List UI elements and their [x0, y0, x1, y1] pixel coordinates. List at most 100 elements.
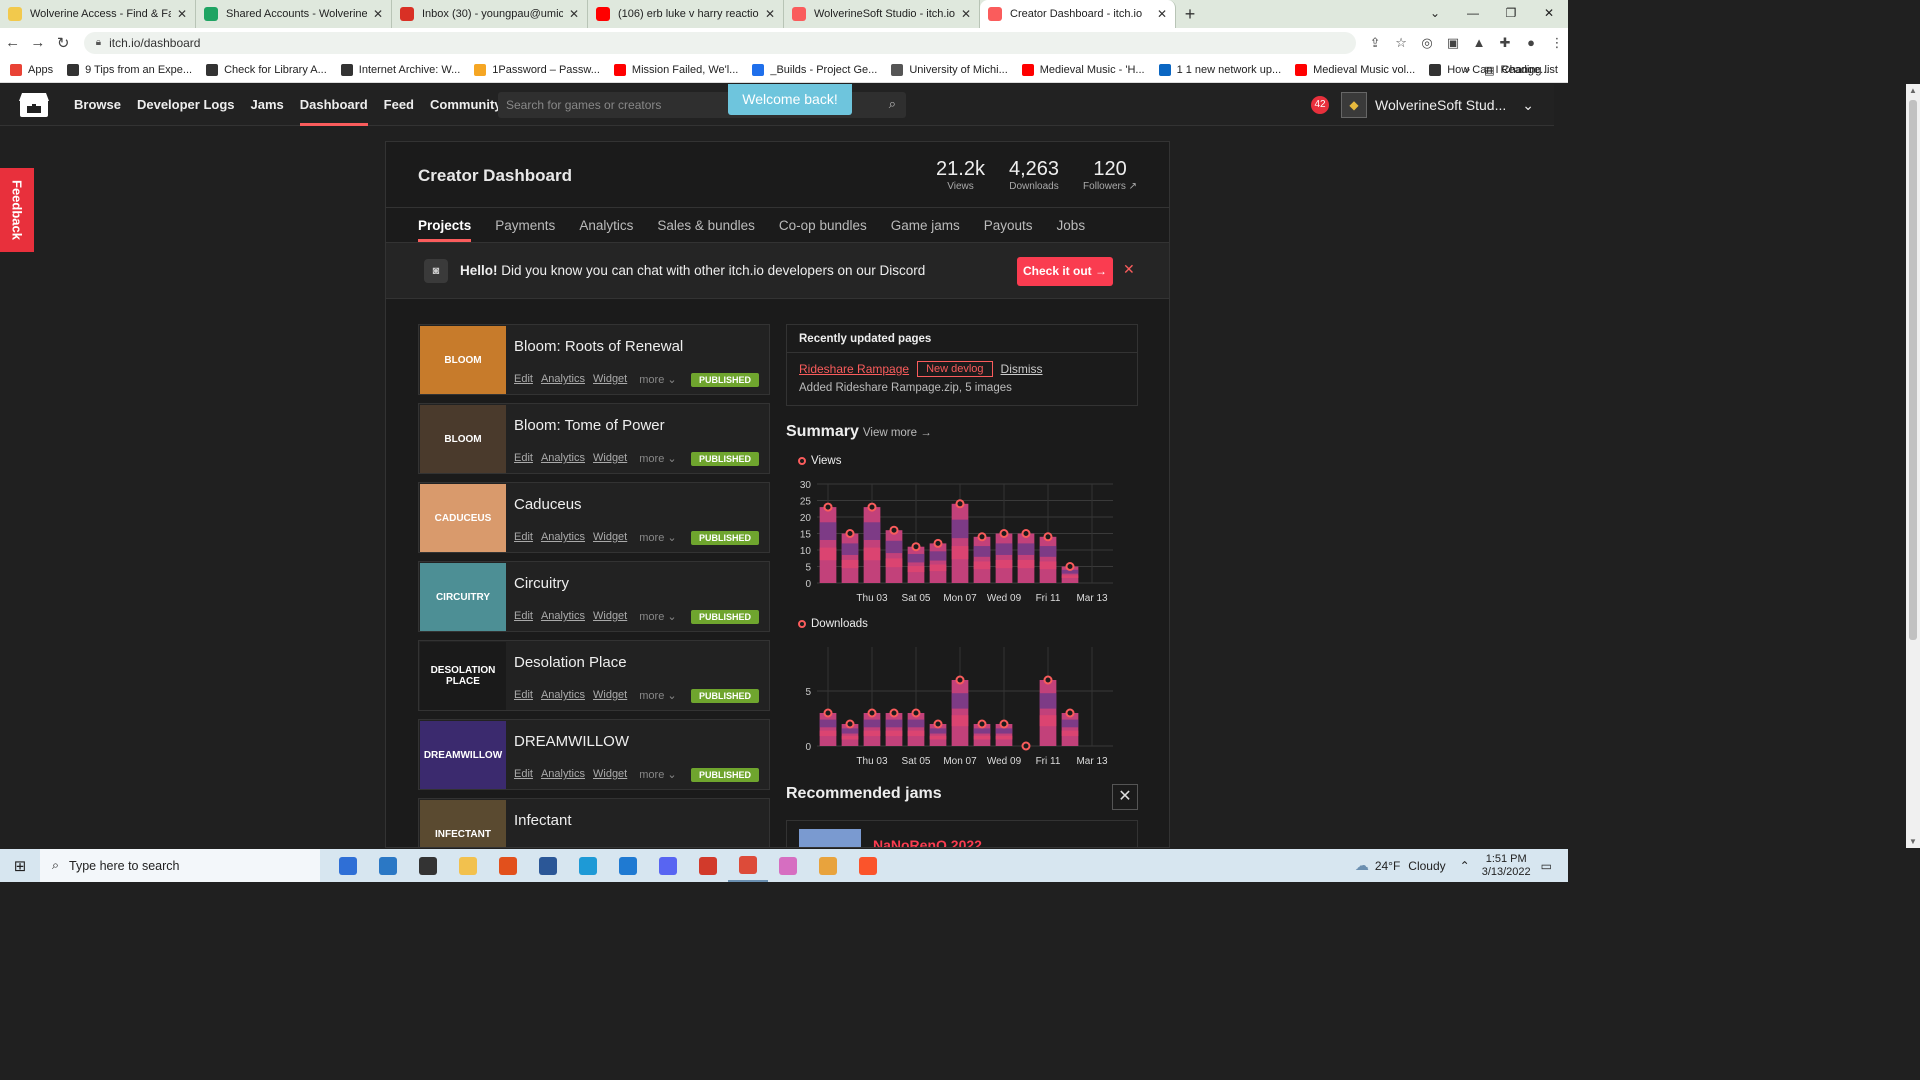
tab-sales-bundles[interactable]: Sales & bundles: [657, 208, 755, 242]
extension-icon[interactable]: ▲: [1468, 35, 1490, 51]
nav-feed[interactable]: Feed: [376, 84, 422, 126]
project-title[interactable]: Bloom: Tome of Power: [514, 417, 665, 434]
nav-browse[interactable]: Browse: [66, 84, 129, 126]
bookmark-item[interactable]: Mission Failed, We'l...: [613, 63, 738, 76]
maximize-button[interactable]: ❐: [1492, 0, 1530, 28]
chrome-alt-icon[interactable]: [808, 849, 848, 882]
extensions-puzzle-icon[interactable]: ✚: [1494, 35, 1516, 51]
edit-link[interactable]: Edit: [514, 531, 533, 544]
nav-dashboard[interactable]: Dashboard: [292, 84, 376, 126]
view-more-link[interactable]: View more →: [863, 427, 932, 439]
more-dropdown[interactable]: more ⌄: [639, 768, 676, 781]
widget-link[interactable]: Widget: [593, 610, 627, 623]
explorer-icon[interactable]: [448, 849, 488, 882]
more-dropdown[interactable]: more ⌄: [639, 531, 676, 544]
edit-link[interactable]: Edit: [514, 373, 533, 386]
windows-start-icon[interactable]: ⊞: [0, 857, 40, 875]
browser-tab[interactable]: Creator Dashboard - itch.io ✕: [980, 0, 1176, 28]
project-thumbnail[interactable]: DREAMWILLOW: [420, 721, 506, 789]
new-tab-button[interactable]: +: [1176, 0, 1204, 28]
bookmark-item[interactable]: 9 Tips from an Expe...: [67, 63, 192, 76]
page-scrollbar[interactable]: ▲ ▼: [1906, 84, 1920, 848]
bookmark-item[interactable]: Apps: [10, 63, 53, 76]
chrome-icon[interactable]: [728, 849, 768, 882]
office-icon[interactable]: [488, 849, 528, 882]
tab-payouts[interactable]: Payouts: [984, 208, 1033, 242]
analytics-link[interactable]: Analytics: [541, 531, 585, 544]
lock-icon[interactable]: 🔒︎: [96, 37, 101, 48]
widget-link[interactable]: Widget: [593, 531, 627, 544]
analytics-link[interactable]: Analytics: [541, 847, 585, 848]
close-tab-icon[interactable]: ✕: [569, 7, 579, 21]
scroll-down-icon[interactable]: ▼: [1906, 837, 1920, 846]
edit-link[interactable]: Edit: [514, 689, 533, 702]
tab-game-jams[interactable]: Game jams: [891, 208, 960, 242]
brave-icon[interactable]: [848, 849, 888, 882]
tab-co-op-bundles[interactable]: Co-op bundles: [779, 208, 867, 242]
project-title[interactable]: Infectant: [514, 812, 572, 829]
forward-icon[interactable]: →: [25, 34, 50, 51]
mail-icon[interactable]: [368, 849, 408, 882]
edit-link[interactable]: Edit: [514, 452, 533, 465]
scroll-up-icon[interactable]: ▲: [1906, 86, 1920, 95]
close-tab-icon[interactable]: ✕: [765, 7, 775, 21]
url-bar[interactable]: 🔒︎ itch.io/dashboard: [83, 31, 1357, 54]
more-dropdown[interactable]: more ⌄: [639, 452, 676, 465]
clock[interactable]: 1:51 PM 3/13/2022: [1482, 853, 1531, 879]
extension-icon[interactable]: ▣: [1442, 35, 1464, 51]
feedback-button[interactable]: Feedback: [0, 168, 34, 252]
more-dropdown[interactable]: more ⌄: [639, 610, 676, 623]
bookmark-item[interactable]: 1Password – Passw...: [474, 63, 600, 76]
bookmark-star-icon[interactable]: ☆: [1390, 35, 1412, 51]
weather-widget[interactable]: ☁ 24°F Cloudy: [1355, 857, 1446, 874]
check-it-out-button[interactable]: Check it out →: [1017, 257, 1113, 286]
jam-thumbnail[interactable]: [799, 829, 861, 847]
stat-0[interactable]: 21.2k Views: [936, 158, 985, 192]
vscode-icon[interactable]: [608, 849, 648, 882]
analytics-link[interactable]: Analytics: [541, 452, 585, 465]
new-devlog-tag[interactable]: New devlog: [917, 361, 993, 377]
store-icon[interactable]: [328, 849, 368, 882]
reading-list[interactable]: Reading list: [1501, 64, 1558, 76]
browser-tab[interactable]: Inbox (30) - youngpau@umich.ec ✕: [392, 0, 588, 28]
close-tab-icon[interactable]: ✕: [961, 7, 971, 21]
analytics-link[interactable]: Analytics: [541, 373, 585, 386]
nav-developer-logs[interactable]: Developer Logs: [129, 84, 243, 126]
close-tab-icon[interactable]: ✕: [177, 7, 187, 21]
tab-projects[interactable]: Projects: [418, 208, 472, 242]
avatar[interactable]: ◆: [1341, 92, 1368, 118]
project-title[interactable]: Desolation Place: [514, 654, 627, 671]
bookmark-item[interactable]: _Builds - Project Ge...: [752, 63, 877, 76]
project-thumbnail[interactable]: BLOOM: [420, 326, 506, 394]
browser-tab[interactable]: (106) erb luke v harry reaction - Y ✕: [588, 0, 784, 28]
edit-link[interactable]: Edit: [514, 610, 533, 623]
itch-logo-icon[interactable]: [18, 91, 50, 119]
back-icon[interactable]: ←: [0, 34, 25, 51]
reload-icon[interactable]: ↻: [51, 34, 76, 52]
nav-jams[interactable]: Jams: [243, 84, 292, 126]
menu-kebab-icon[interactable]: ⋮: [1546, 35, 1568, 51]
tab-jobs[interactable]: Jobs: [1057, 208, 1086, 242]
bookmark-item[interactable]: Medieval Music vol...: [1295, 63, 1415, 76]
browser-tab[interactable]: WolverineSoft Studio - itch.io ✕: [784, 0, 980, 28]
close-icon[interactable]: ✕: [1123, 261, 1135, 278]
project-title[interactable]: Circuitry: [514, 575, 569, 592]
tab-analytics[interactable]: Analytics: [579, 208, 633, 242]
project-title[interactable]: DREAMWILLOW: [514, 733, 629, 750]
close-window-button[interactable]: ✕: [1530, 0, 1568, 28]
jam-link[interactable]: NaNoRenO 2022: [873, 837, 982, 847]
notification-center-icon[interactable]: ▭: [1541, 859, 1552, 873]
tray-chevron-icon[interactable]: ⌃: [1460, 859, 1470, 873]
widget-link[interactable]: Widget: [593, 689, 627, 702]
notification-badge[interactable]: 42: [1311, 96, 1330, 114]
scrollbar-thumb[interactable]: [1909, 100, 1917, 640]
bookmark-item[interactable]: Medieval Music - 'H...: [1021, 63, 1145, 76]
widget-link[interactable]: Widget: [593, 768, 627, 781]
widget-link[interactable]: Widget: [593, 847, 627, 848]
analytics-link[interactable]: Analytics: [541, 610, 585, 623]
more-dropdown[interactable]: more ⌄: [639, 689, 676, 702]
app-icon[interactable]: [688, 849, 728, 882]
widget-link[interactable]: Widget: [593, 452, 627, 465]
project-thumbnail[interactable]: BLOOM: [420, 405, 506, 473]
edit-link[interactable]: Edit: [514, 768, 533, 781]
